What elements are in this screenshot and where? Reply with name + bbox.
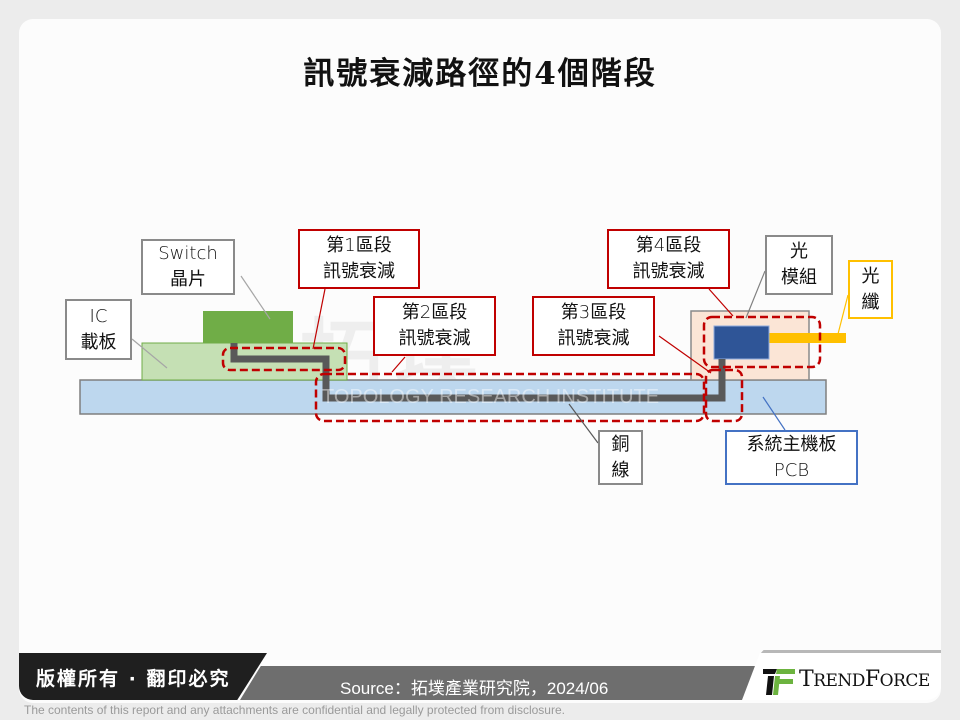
footer-disclaimer: The contents of this report and any atta…: [24, 703, 565, 717]
logo-letter: F: [864, 667, 880, 692]
optical-chip: [713, 325, 770, 360]
label-line: 第3區段: [560, 302, 627, 323]
callout-stage1: [312, 288, 326, 350]
label-line: 訊號衰減: [323, 261, 395, 282]
label-ic-substrate: IC 載板: [65, 299, 132, 360]
footer-source: Source：拓墣產業研究院，2024/06: [340, 679, 609, 698]
logo-letters: ORCE: [879, 671, 931, 691]
label-line: IC: [89, 305, 108, 327]
trendforce-logo-text: TRENDFORCE: [799, 667, 930, 692]
label-line: 光: [861, 265, 880, 287]
logo-letter: T: [799, 667, 814, 692]
label-line: 銅: [611, 433, 630, 455]
label-line: 第1區段: [326, 235, 392, 256]
label-line: 線: [611, 459, 630, 481]
label-copper-line: 銅 線: [598, 430, 643, 485]
label-system-pcb: 系統主機板 PCB: [725, 430, 858, 485]
label-line: 第4區段: [635, 235, 702, 256]
label-line: 系統主機板: [746, 433, 837, 455]
switch-chip: [203, 311, 293, 343]
label-line: 模組: [781, 267, 817, 288]
logo-letters: REND: [813, 671, 865, 691]
label-line: 載板: [80, 331, 117, 353]
label-line: Switch: [158, 243, 218, 264]
label-line: PCB: [773, 459, 810, 481]
label-line: 纖: [861, 291, 880, 313]
signal-path-diagram: [79, 270, 849, 444]
label-optical-module: 光 模組: [765, 235, 833, 295]
label-stage3: 第3區段 訊號衰減: [532, 296, 655, 356]
label-stage1: 第1區段 訊號衰減: [298, 229, 420, 289]
label-optical-fiber: 光 纖: [848, 260, 893, 319]
optical-fiber: [769, 333, 846, 343]
footer-copyright: 版權所有 · 翻印必究: [36, 668, 231, 690]
label-line: 訊號衰減: [398, 328, 471, 349]
label-line: 光: [790, 241, 808, 262]
label-line: 訊號衰減: [632, 261, 705, 282]
label-stage4: 第4區段 訊號衰減: [607, 229, 730, 289]
label-line: 晶片: [170, 269, 206, 290]
trendforce-logo-icon: [763, 669, 795, 695]
callout-stage2: [391, 356, 406, 373]
label-switch-chip: Switch 晶片: [141, 239, 235, 295]
label-line: 訊號衰減: [557, 328, 630, 349]
callout-fiber: [837, 294, 849, 335]
label-stage2: 第2區段 訊號衰減: [373, 296, 496, 356]
label-line: 第2區段: [401, 302, 468, 323]
